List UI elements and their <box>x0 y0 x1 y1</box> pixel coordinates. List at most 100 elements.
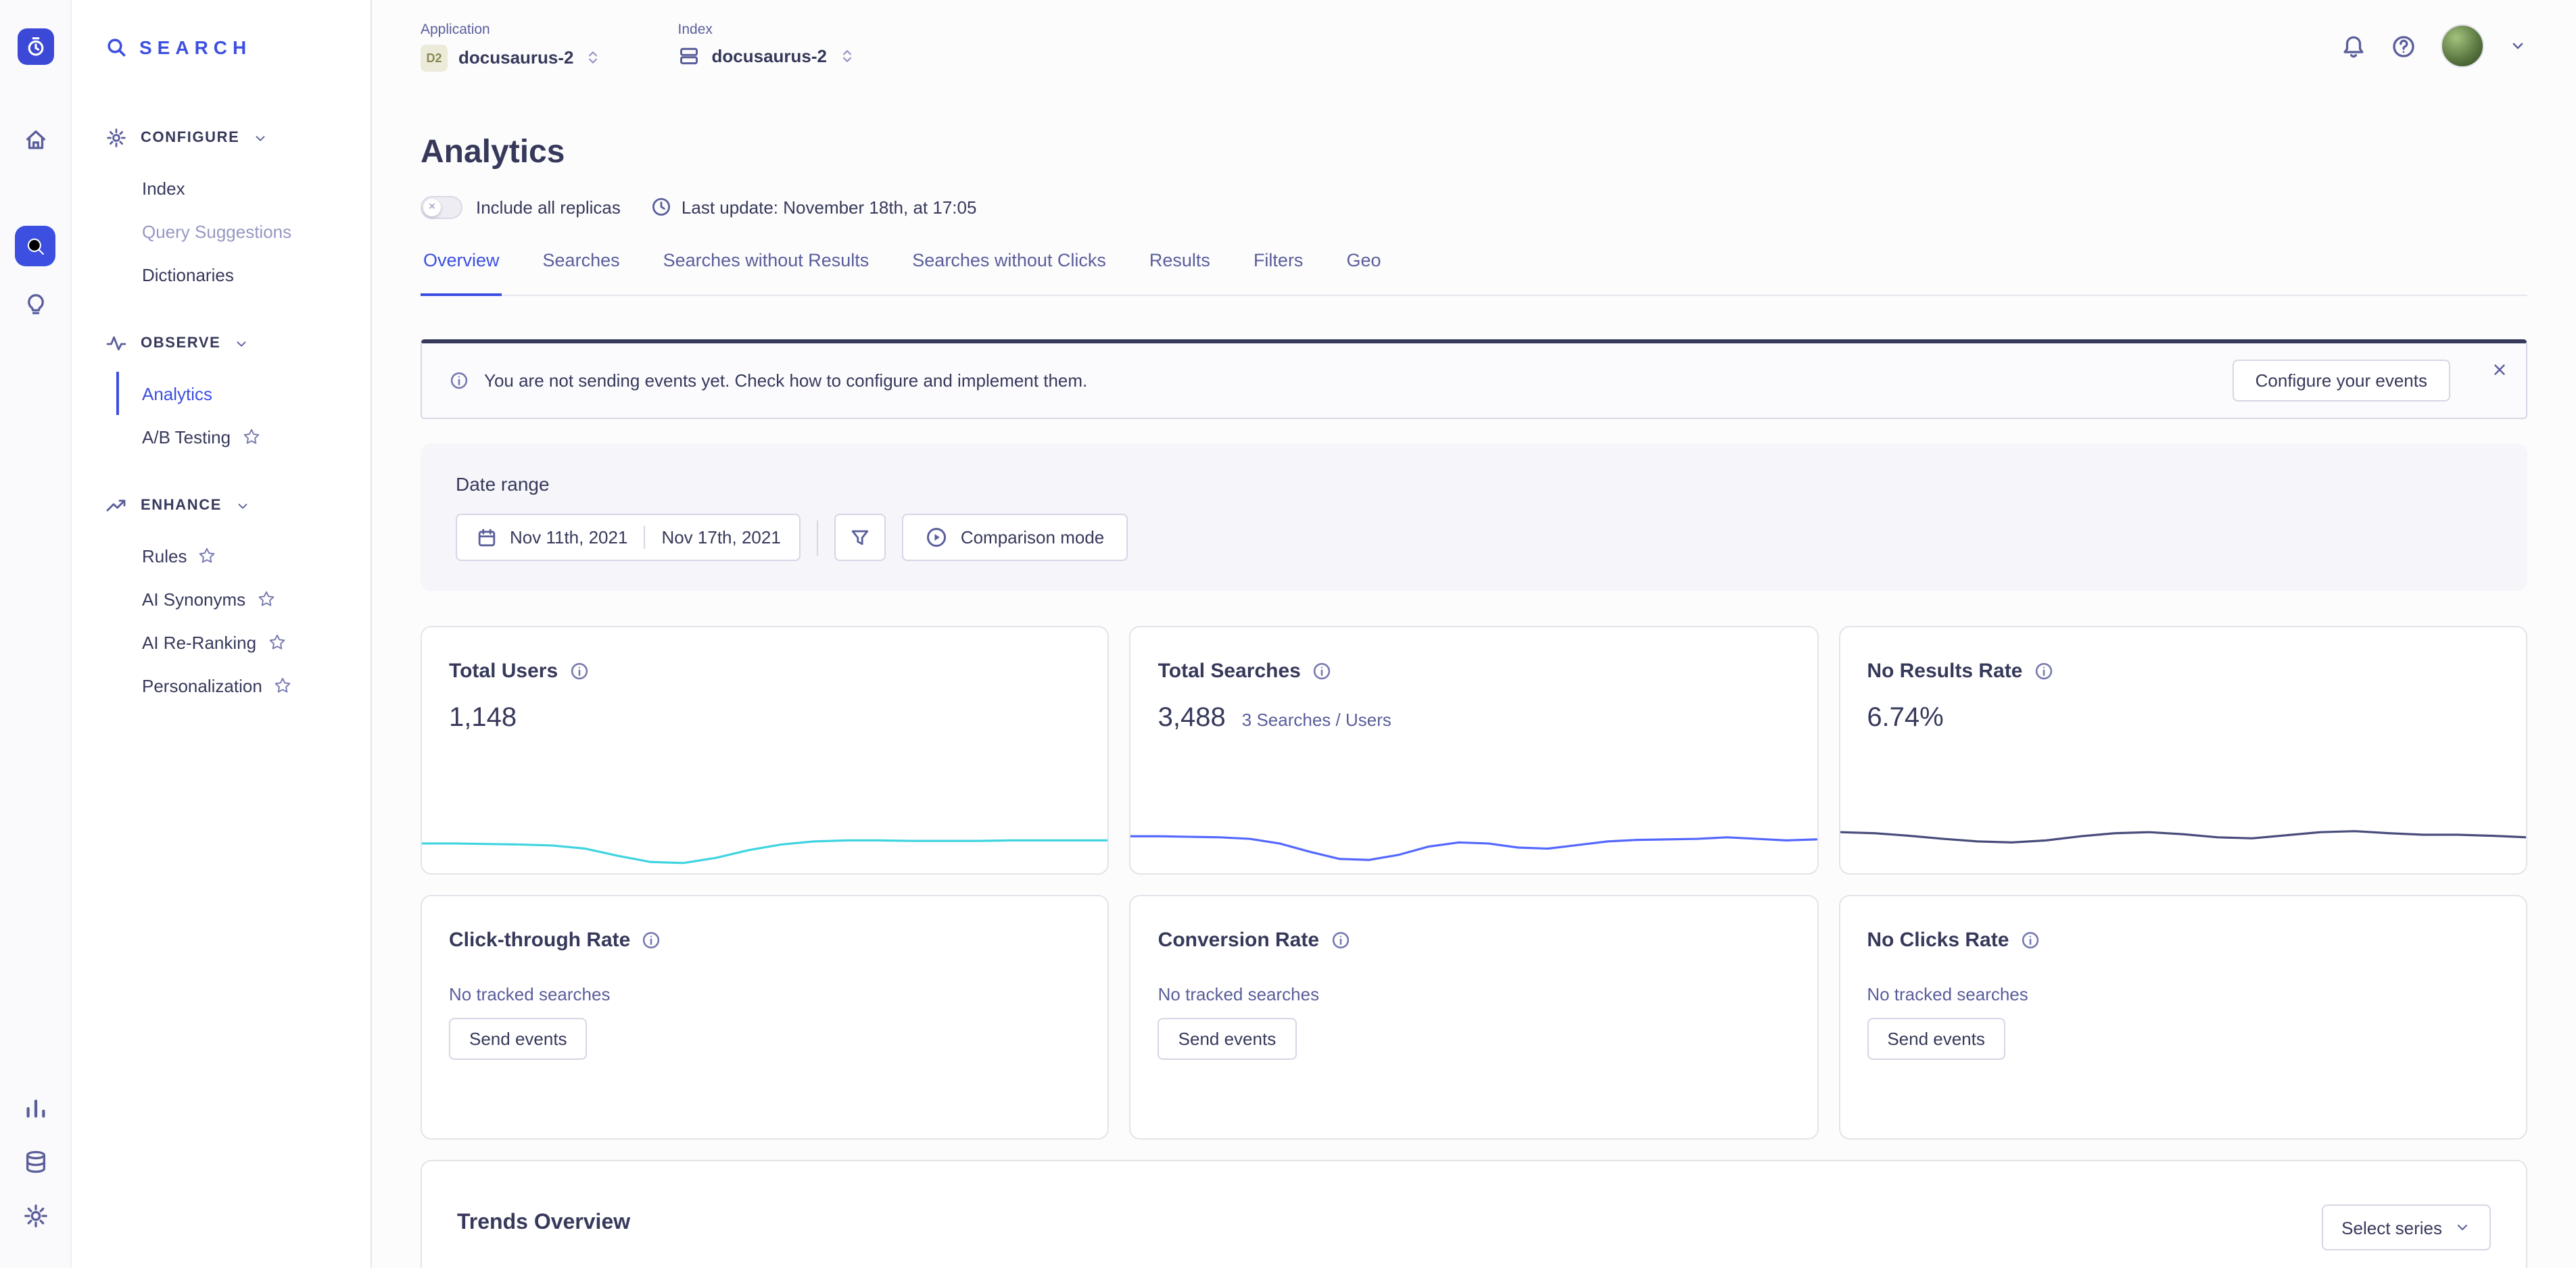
info-icon[interactable] <box>2020 930 2040 950</box>
sidebar-item-personalization[interactable]: Personalization <box>116 664 371 707</box>
application-selector: Application D2 docusaurus-2 <box>421 21 602 71</box>
card-title: No Clicks Rate <box>1867 929 2009 952</box>
send-events-button[interactable]: Send events <box>449 1018 588 1060</box>
info-icon[interactable] <box>569 661 589 681</box>
conversion-rate-card: Conversion Rate No tracked searches Send… <box>1130 895 1819 1140</box>
search-nav-icon[interactable] <box>15 226 55 266</box>
play-circle-icon <box>926 526 949 549</box>
date-separator <box>644 526 645 549</box>
settings-gear-icon[interactable] <box>23 1203 49 1229</box>
date-range-picker[interactable]: Nov 11th, 2021 Nov 17th, 2021 <box>456 514 801 561</box>
last-update-text: Last update: November 18th, at 17:05 <box>682 197 977 217</box>
index-value: docusaurus-2 <box>712 45 828 66</box>
include-replicas-label: Include all replicas <box>476 197 621 217</box>
bell-icon[interactable] <box>2341 33 2366 59</box>
total-users-card: Total Users 1,148 <box>421 626 1110 875</box>
tab-overview[interactable]: Overview <box>421 250 502 296</box>
sidebar-item-ai-synonyms[interactable]: AI Synonyms <box>116 577 371 620</box>
trends-overview-card: Trends Overview Select series <box>421 1160 2527 1268</box>
algolia-logo-icon[interactable] <box>18 28 54 65</box>
user-avatar[interactable] <box>2441 24 2484 68</box>
date-end: Nov 17th, 2021 <box>661 527 780 547</box>
metric-value: 3,488 <box>1158 703 1226 734</box>
topbar: Application D2 docusaurus-2 Index <box>421 0 2527 78</box>
stepper-updown-icon <box>585 49 602 66</box>
data-stack-icon[interactable] <box>23 1149 49 1175</box>
total-searches-sparkline <box>1131 822 1817 873</box>
info-icon[interactable] <box>1330 930 1350 950</box>
application-value: docusaurus-2 <box>458 47 574 68</box>
sidebar-item-ab-testing[interactable]: A/B Testing <box>116 415 371 458</box>
no-results-sparkline <box>1840 822 2526 873</box>
configure-events-button[interactable]: Configure your events <box>2233 360 2450 401</box>
card-title: Total Users <box>449 660 558 683</box>
trends-title: Trends Overview <box>457 1211 630 1236</box>
sidebar-item-index[interactable]: Index <box>116 166 371 210</box>
tab-filters[interactable]: Filters <box>1251 250 1306 295</box>
tab-results[interactable]: Results <box>1147 250 1213 295</box>
card-title: Total Searches <box>1158 660 1301 683</box>
search-product-logo[interactable]: SEARCH <box>72 0 371 95</box>
app-root: SEARCH CONFIGURE Index Query Suggestions… <box>0 0 2576 1268</box>
card-title: Conversion Rate <box>1158 929 1319 952</box>
icon-rail <box>0 0 72 1268</box>
close-icon[interactable] <box>2488 358 2510 380</box>
recommend-bulb-icon[interactable] <box>23 291 49 316</box>
empty-state-text: No tracked searches <box>1867 984 2499 1004</box>
sidebar-section-enhance-header[interactable]: ENHANCE <box>72 484 371 527</box>
select-series-label: Select series <box>2341 1217 2442 1238</box>
item-label: AI Synonyms <box>142 589 245 609</box>
sidebar-item-rules[interactable]: Rules <box>116 534 371 577</box>
select-series-button[interactable]: Select series <box>2321 1204 2491 1250</box>
sidebar-item-dictionaries[interactable]: Dictionaries <box>116 253 371 296</box>
include-replicas-toggle[interactable]: ✕ Include all replicas <box>421 195 621 218</box>
metric-value: 6.74% <box>1867 703 1943 734</box>
banner-message: You are not sending events yet. Check ho… <box>484 370 1087 391</box>
chevron-down-icon <box>234 336 249 351</box>
empty-state-text: No tracked searches <box>1158 984 1790 1004</box>
info-icon[interactable] <box>2033 661 2053 681</box>
filter-button[interactable] <box>835 514 886 561</box>
item-label: AI Re-Ranking <box>142 632 256 652</box>
index-label: Index <box>678 21 856 37</box>
no-results-rate-card: No Results Rate 6.74% <box>1838 626 2527 875</box>
section-label: CONFIGURE <box>141 130 239 146</box>
sidebar-section-configure: CONFIGURE Index Query Suggestions Dictio… <box>72 116 371 296</box>
index-select[interactable]: docusaurus-2 <box>678 44 856 67</box>
sidebar-item-ai-reranking[interactable]: AI Re-Ranking <box>116 620 371 664</box>
click-through-rate-card: Click-through Rate No tracked searches S… <box>421 895 1110 1140</box>
sidebar-item-query-suggestions[interactable]: Query Suggestions <box>116 210 371 253</box>
sidebar-section-observe-header[interactable]: OBSERVE <box>72 322 371 365</box>
item-label: Analytics <box>142 383 212 404</box>
star-icon <box>273 676 292 695</box>
metric-subtext: 3 Searches / Users <box>1242 710 1391 730</box>
help-icon[interactable] <box>2391 33 2416 59</box>
tab-searches[interactable]: Searches <box>540 250 623 295</box>
home-icon[interactable] <box>23 127 49 153</box>
usage-chart-icon[interactable] <box>23 1095 49 1121</box>
tab-searches-without-clicks[interactable]: Searches without Clicks <box>909 250 1109 295</box>
sidebar-section-observe: OBSERVE Analytics A/B Testing <box>72 322 371 458</box>
send-events-button[interactable]: Send events <box>1158 1018 1297 1060</box>
application-label: Application <box>421 21 602 37</box>
tab-searches-without-results[interactable]: Searches without Results <box>661 250 872 295</box>
search-logo-icon <box>105 36 127 58</box>
sidebar-item-analytics[interactable]: Analytics <box>116 372 371 415</box>
info-icon[interactable] <box>641 930 661 950</box>
sidebar-section-configure-header[interactable]: CONFIGURE <box>72 116 371 160</box>
date-range-panel: Date range Nov 11th, 2021 Nov 17th, 2021 <box>421 443 2527 591</box>
card-title: Click-through Rate <box>449 929 630 952</box>
account-chevron-down-icon[interactable] <box>2508 36 2527 55</box>
chevron-down-icon <box>2454 1219 2471 1236</box>
sidebar-section-enhance: ENHANCE Rules AI Synonyms AI Re-Ranking <box>72 484 371 707</box>
info-icon[interactable] <box>1312 661 1332 681</box>
comparison-mode-button[interactable]: Comparison mode <box>903 514 1127 561</box>
send-events-button[interactable]: Send events <box>1867 1018 2005 1060</box>
events-banner: You are not sending events yet. Check ho… <box>421 339 2527 419</box>
toggle-track[interactable]: ✕ <box>421 195 462 218</box>
star-icon <box>198 546 217 565</box>
star-icon <box>267 633 286 652</box>
trending-up-icon <box>105 495 127 516</box>
tab-geo[interactable]: Geo <box>1343 250 1383 295</box>
application-select[interactable]: D2 docusaurus-2 <box>421 44 602 71</box>
